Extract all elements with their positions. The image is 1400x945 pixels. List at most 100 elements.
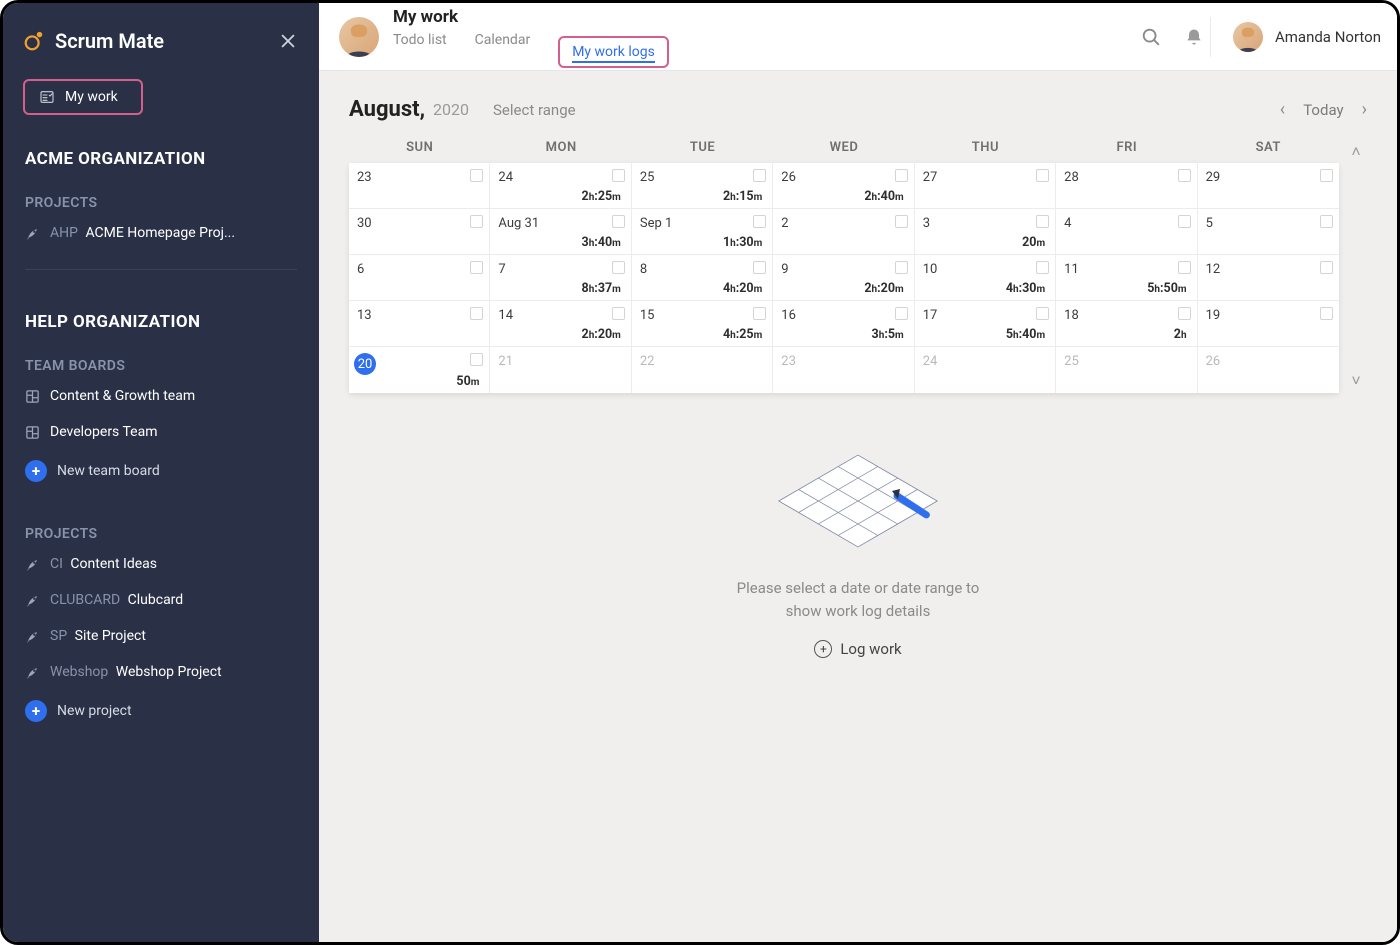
calendar-checkbox[interactable] [1178,307,1191,320]
calendar-cell[interactable]: 22 [632,347,773,393]
calendar-cell[interactable]: 28 [1056,163,1197,209]
calendar-day-number: 30 [357,216,372,231]
calendar-cell[interactable]: 21 [490,347,631,393]
calendar-checkbox[interactable] [1178,261,1191,274]
calendar-checkbox[interactable] [895,307,908,320]
calendar-checkbox[interactable] [1178,215,1191,228]
calendar-cell[interactable]: 2050m [349,347,490,393]
calendar-time-logged: 2h:40m [864,189,903,204]
calendar-checkbox[interactable] [1320,215,1333,228]
calendar-checkbox[interactable] [470,353,483,366]
sidebar-header: Scrum Mate [3,21,319,69]
calendar-checkbox[interactable] [1320,261,1333,274]
new-team-board-button[interactable]: + New team board [3,450,319,492]
calendar-day-number: 23 [357,170,372,185]
calendar-cell[interactable]: 27 [915,163,1056,209]
tab-calendar[interactable]: Calendar [475,32,531,64]
new-project-button[interactable]: + New project [3,690,319,732]
sidebar-project-item[interactable]: CI Content Ideas [3,546,319,582]
calendar-cell[interactable]: Sep 11h:30m [632,209,773,255]
calendar-cell[interactable]: 23 [349,163,490,209]
calendar-cell[interactable]: 142h:20m [490,301,631,347]
calendar-checkbox[interactable] [1320,307,1333,320]
calendar-day-number: Sep 1 [640,216,672,231]
calendar-checkbox[interactable] [612,169,625,182]
calendar-cell[interactable]: 115h:50m [1056,255,1197,301]
log-work-button[interactable]: + Log work [814,640,901,658]
user-menu[interactable]: Amanda Norton [1210,17,1381,57]
calendar-cell[interactable]: 182h [1056,301,1197,347]
bell-icon[interactable] [1184,26,1204,48]
calendar-checkbox[interactable] [753,215,766,228]
calendar-cell[interactable]: 175h:40m [915,301,1056,347]
calendar-checkbox[interactable] [1320,169,1333,182]
sidebar-project-item[interactable]: CLUBCARD Clubcard [3,582,319,618]
calendar-cell[interactable]: 84h:20m [632,255,773,301]
org-title-help[interactable]: HELP ORGANIZATION [3,288,319,340]
calendar-cell[interactable]: 6 [349,255,490,301]
sidebar-team-board-item[interactable]: Content & Growth team [3,378,319,414]
tab-todo[interactable]: Todo list [393,32,447,64]
calendar-cell[interactable]: 23 [773,347,914,393]
calendar-checkbox[interactable] [895,215,908,228]
chevron-up-icon[interactable]: ˄ [1345,142,1367,162]
calendar-cell[interactable]: 104h:30m [915,255,1056,301]
calendar-checkbox[interactable] [1178,169,1191,182]
sidebar-team-board-item[interactable]: Developers Team [3,414,319,450]
calendar-cell[interactable]: 4 [1056,209,1197,255]
calendar-cell[interactable]: 30 [349,209,490,255]
calendar-cell[interactable]: 13 [349,301,490,347]
sidebar-project-item[interactable]: AHP ACME Homepage Proj... [3,215,319,251]
sidebar-project-item[interactable]: SP Site Project [3,618,319,654]
today-button[interactable]: Today [1303,101,1343,119]
calendar-cell[interactable]: 25 [1056,347,1197,393]
chevron-right-icon[interactable]: › [1362,99,1367,120]
select-range-button[interactable]: Select range [493,101,576,119]
calendar-cell[interactable]: 242h:25m [490,163,631,209]
avatar[interactable] [339,17,379,57]
calendar-time-logged: 50m [456,374,479,389]
calendar-cell[interactable]: 2 [773,209,914,255]
calendar-checkbox[interactable] [470,307,483,320]
calendar-cell[interactable]: 24 [915,347,1056,393]
org-title-acme[interactable]: ACME ORGANIZATION [3,125,319,177]
calendar-checkbox[interactable] [470,215,483,228]
calendar-cell[interactable]: Aug 313h:40m [490,209,631,255]
calendar-cell[interactable]: 320m [915,209,1056,255]
calendar-cell[interactable]: 12 [1198,255,1339,301]
calendar-cell[interactable]: 163h:5m [773,301,914,347]
calendar-checkbox[interactable] [753,169,766,182]
calendar-checkbox[interactable] [895,169,908,182]
calendar-cell[interactable]: 262h:40m [773,163,914,209]
tab-worklogs[interactable]: My work logs [558,36,669,68]
sidebar-project-item[interactable]: Webshop Webshop Project [3,654,319,690]
calendar-cell[interactable]: 29 [1198,163,1339,209]
calendar-checkbox[interactable] [470,261,483,274]
calendar-checkbox[interactable] [1036,215,1049,228]
calendar-checkbox[interactable] [612,261,625,274]
calendar-checkbox[interactable] [612,215,625,228]
calendar-checkbox[interactable] [470,169,483,182]
calendar-cell[interactable]: 154h:25m [632,301,773,347]
calendar-cell[interactable]: 19 [1198,301,1339,347]
calendar-checkbox[interactable] [612,307,625,320]
calendar-checkbox[interactable] [1036,261,1049,274]
calendar-cell[interactable]: 92h:20m [773,255,914,301]
search-icon[interactable] [1140,26,1162,48]
my-work-button[interactable]: My work [23,79,143,115]
calendar-checkbox[interactable] [753,261,766,274]
calendar-checkbox[interactable] [1036,307,1049,320]
chevron-left-icon[interactable]: ‹ [1280,99,1285,120]
calendar-cell[interactable]: 5 [1198,209,1339,255]
close-icon[interactable] [277,30,299,52]
brand-block[interactable]: Scrum Mate [23,29,164,53]
board-icon [25,425,40,440]
calendar-cell[interactable]: 78h:37m [490,255,631,301]
calendar-cell[interactable]: 252h:15m [632,163,773,209]
calendar-checkbox[interactable] [753,307,766,320]
chevron-down-icon[interactable]: ˅ [1345,371,1367,391]
calendar-checkbox[interactable] [1036,169,1049,182]
calendar-cell[interactable]: 26 [1198,347,1339,393]
calendar-day-number: 25 [640,170,655,185]
calendar-checkbox[interactable] [895,261,908,274]
